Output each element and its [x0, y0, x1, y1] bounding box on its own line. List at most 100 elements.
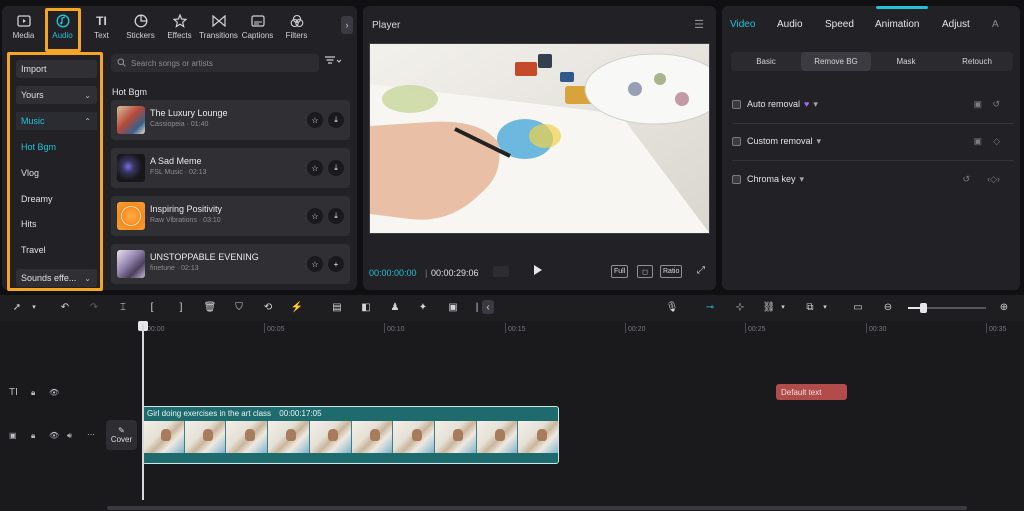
tab-media[interactable]: Media — [4, 6, 43, 46]
download-button[interactable]: ⤓ — [328, 112, 344, 128]
magic-icon[interactable]: ✦ — [416, 300, 430, 314]
favorite-button[interactable]: ☆ — [307, 112, 323, 128]
ruler-label: 00:05 — [267, 326, 285, 333]
subcategory-hits[interactable]: Hits — [21, 219, 37, 229]
eye-icon[interactable]: 👁︎ — [49, 388, 59, 397]
tab-more[interactable]: A — [992, 19, 999, 30]
fit-icon[interactable]: ◻ — [637, 265, 653, 278]
chevron-down-icon[interactable]: ▾ — [818, 300, 832, 314]
tab-speed[interactable]: Speed — [825, 19, 854, 30]
category-sounds[interactable]: Sounds effe... ⌄ — [16, 269, 97, 287]
chevron-down-icon[interactable]: ▾ — [776, 300, 790, 314]
tab-animation[interactable]: Animation — [875, 19, 919, 30]
subtab-basic[interactable]: Basic — [731, 52, 801, 71]
tab-captions[interactable]: Captions — [238, 6, 277, 46]
zoom-handle[interactable] — [920, 303, 927, 313]
magnet-icon[interactable]: ⊸ — [703, 300, 717, 314]
menu-icon[interactable]: ☰ — [694, 18, 704, 31]
tab-effects[interactable]: Effects — [160, 6, 199, 46]
tab-adjust[interactable]: Adjust — [942, 19, 970, 30]
category-import[interactable]: Import — [16, 60, 97, 78]
clip-frame — [434, 421, 477, 453]
download-button[interactable]: ⤓ — [328, 208, 344, 224]
full-button[interactable]: Full — [611, 265, 629, 278]
speed-icon[interactable]: ⚡ — [290, 300, 304, 314]
filter-button[interactable] — [324, 56, 348, 70]
tab-transitions[interactable]: Transitions — [199, 6, 238, 46]
category-yours[interactable]: Yours ⌄ — [16, 86, 97, 104]
chroma-key-checkbox[interactable] — [732, 174, 741, 184]
video-preview[interactable] — [369, 43, 710, 234]
eye-icon[interactable]: 👁︎ — [49, 431, 59, 440]
tab-stickers[interactable]: Stickers — [121, 6, 160, 46]
marker-icon[interactable]: ⛉ — [232, 300, 246, 314]
add-media-icon[interactable]: ▤ — [330, 300, 344, 314]
text-clip[interactable]: Default text — [776, 384, 847, 400]
split-icon[interactable]: ⌶ — [116, 300, 130, 314]
volume-icon[interactable]: 🔊︎ — [67, 431, 72, 441]
subcategory-vlog[interactable]: Vlog — [21, 168, 39, 178]
lock-icon[interactable]: 🔒︎ — [31, 431, 35, 441]
track-item[interactable]: Inspiring Positivity Raw Vibrations · 03… — [111, 196, 350, 236]
tabs-scroll-right-button[interactable]: › — [341, 16, 353, 34]
cover-button[interactable]: ✎ Cover — [106, 420, 137, 450]
microphone-icon[interactable]: 🎙 — [665, 300, 679, 314]
subcategory-travel[interactable]: Travel — [21, 245, 46, 255]
search-input[interactable]: Search songs or artists — [111, 54, 319, 72]
keyframe-diamond-icon[interactable]: ‹◇› — [987, 174, 1000, 185]
favorite-button[interactable]: ☆ — [307, 160, 323, 176]
reset-icon[interactable]: ↺ — [992, 99, 1000, 110]
track-item[interactable]: A Sad Meme FSL Music · 02:13 ☆ ⤓ — [111, 148, 350, 188]
loop-icon[interactable]: ⟲ — [261, 300, 275, 314]
timeline-scrollbar[interactable] — [107, 506, 967, 510]
custom-removal-checkbox[interactable] — [732, 136, 741, 146]
lock-icon[interactable]: 🔒︎ — [31, 388, 35, 398]
category-music[interactable]: Music ⌃ — [16, 112, 97, 130]
frame-icon[interactable] — [493, 266, 509, 277]
zoom-in-icon[interactable]: ⊕ — [997, 300, 1011, 314]
auto-removal-checkbox[interactable] — [732, 99, 741, 109]
tab-video[interactable]: Video — [730, 19, 755, 30]
download-button[interactable]: ⤓ — [328, 160, 344, 176]
tab-text[interactable]: TI Text — [82, 6, 121, 46]
subcategory-dreamy[interactable]: Dreamy — [21, 194, 53, 204]
subtab-remove-bg[interactable]: Remove BG — [801, 52, 871, 71]
reset-icon[interactable]: ↺ — [962, 174, 970, 185]
link-icon[interactable]: ⛓ — [762, 300, 776, 314]
zoom-out-icon[interactable]: ⊖ — [881, 300, 895, 314]
chevron-left-icon[interactable]: ‹ — [482, 300, 494, 314]
add-button[interactable]: + — [328, 256, 344, 272]
fullscreen-icon[interactable]: ⤢ — [697, 265, 705, 276]
preview-axis-icon[interactable]: ⧉ — [803, 300, 817, 314]
person-icon[interactable]: ♟ — [388, 300, 402, 314]
play-icon[interactable] — [534, 265, 542, 275]
delete-icon[interactable]: 🗑 — [203, 300, 217, 314]
redo-icon[interactable]: ↷ — [87, 300, 101, 314]
caption-icon[interactable]: ▭ — [851, 300, 865, 314]
keyframe-icon[interactable]: ▣ — [973, 136, 982, 147]
favorite-button[interactable]: ☆ — [307, 208, 323, 224]
playhead[interactable] — [142, 324, 144, 500]
select-icon[interactable]: ➚ — [10, 300, 24, 314]
chevron-down-icon[interactable]: ▾ — [27, 300, 41, 314]
subtab-mask[interactable]: Mask — [871, 52, 941, 71]
split-right-icon[interactable]: ] — [174, 300, 188, 314]
more-icon[interactable]: ⋯ — [87, 430, 95, 439]
tab-audio[interactable]: Audio — [43, 6, 82, 46]
video-clip[interactable]: Girl doing exercises in the art class 00… — [142, 406, 559, 464]
favorite-button[interactable]: ☆ — [307, 256, 323, 272]
split-left-icon[interactable]: [ — [145, 300, 159, 314]
keyframe-icon[interactable]: ▣ — [973, 99, 982, 110]
crop-icon[interactable]: ▣ — [446, 300, 460, 314]
diamond-icon[interactable]: ◇ — [993, 136, 1000, 147]
undo-icon[interactable]: ↶ — [58, 300, 72, 314]
tab-audio-props[interactable]: Audio — [777, 19, 803, 30]
subcategory-hot-bgm[interactable]: Hot Bgm — [21, 142, 56, 152]
track-item[interactable]: UNSTOPPABLE EVENING finetune · 02:13 ☆ + — [111, 244, 350, 284]
tab-filters[interactable]: Filters — [277, 6, 316, 46]
ratio-button[interactable]: Ratio — [660, 265, 683, 278]
audio-split-icon[interactable]: ◧ — [359, 300, 373, 314]
track-item[interactable]: The Luxury Lounge Cassiopeia · 01:40 ☆ ⤓ — [111, 100, 350, 140]
subtab-retouch[interactable]: Retouch — [941, 52, 1013, 71]
snap-icon[interactable]: ⊹ — [733, 300, 747, 314]
